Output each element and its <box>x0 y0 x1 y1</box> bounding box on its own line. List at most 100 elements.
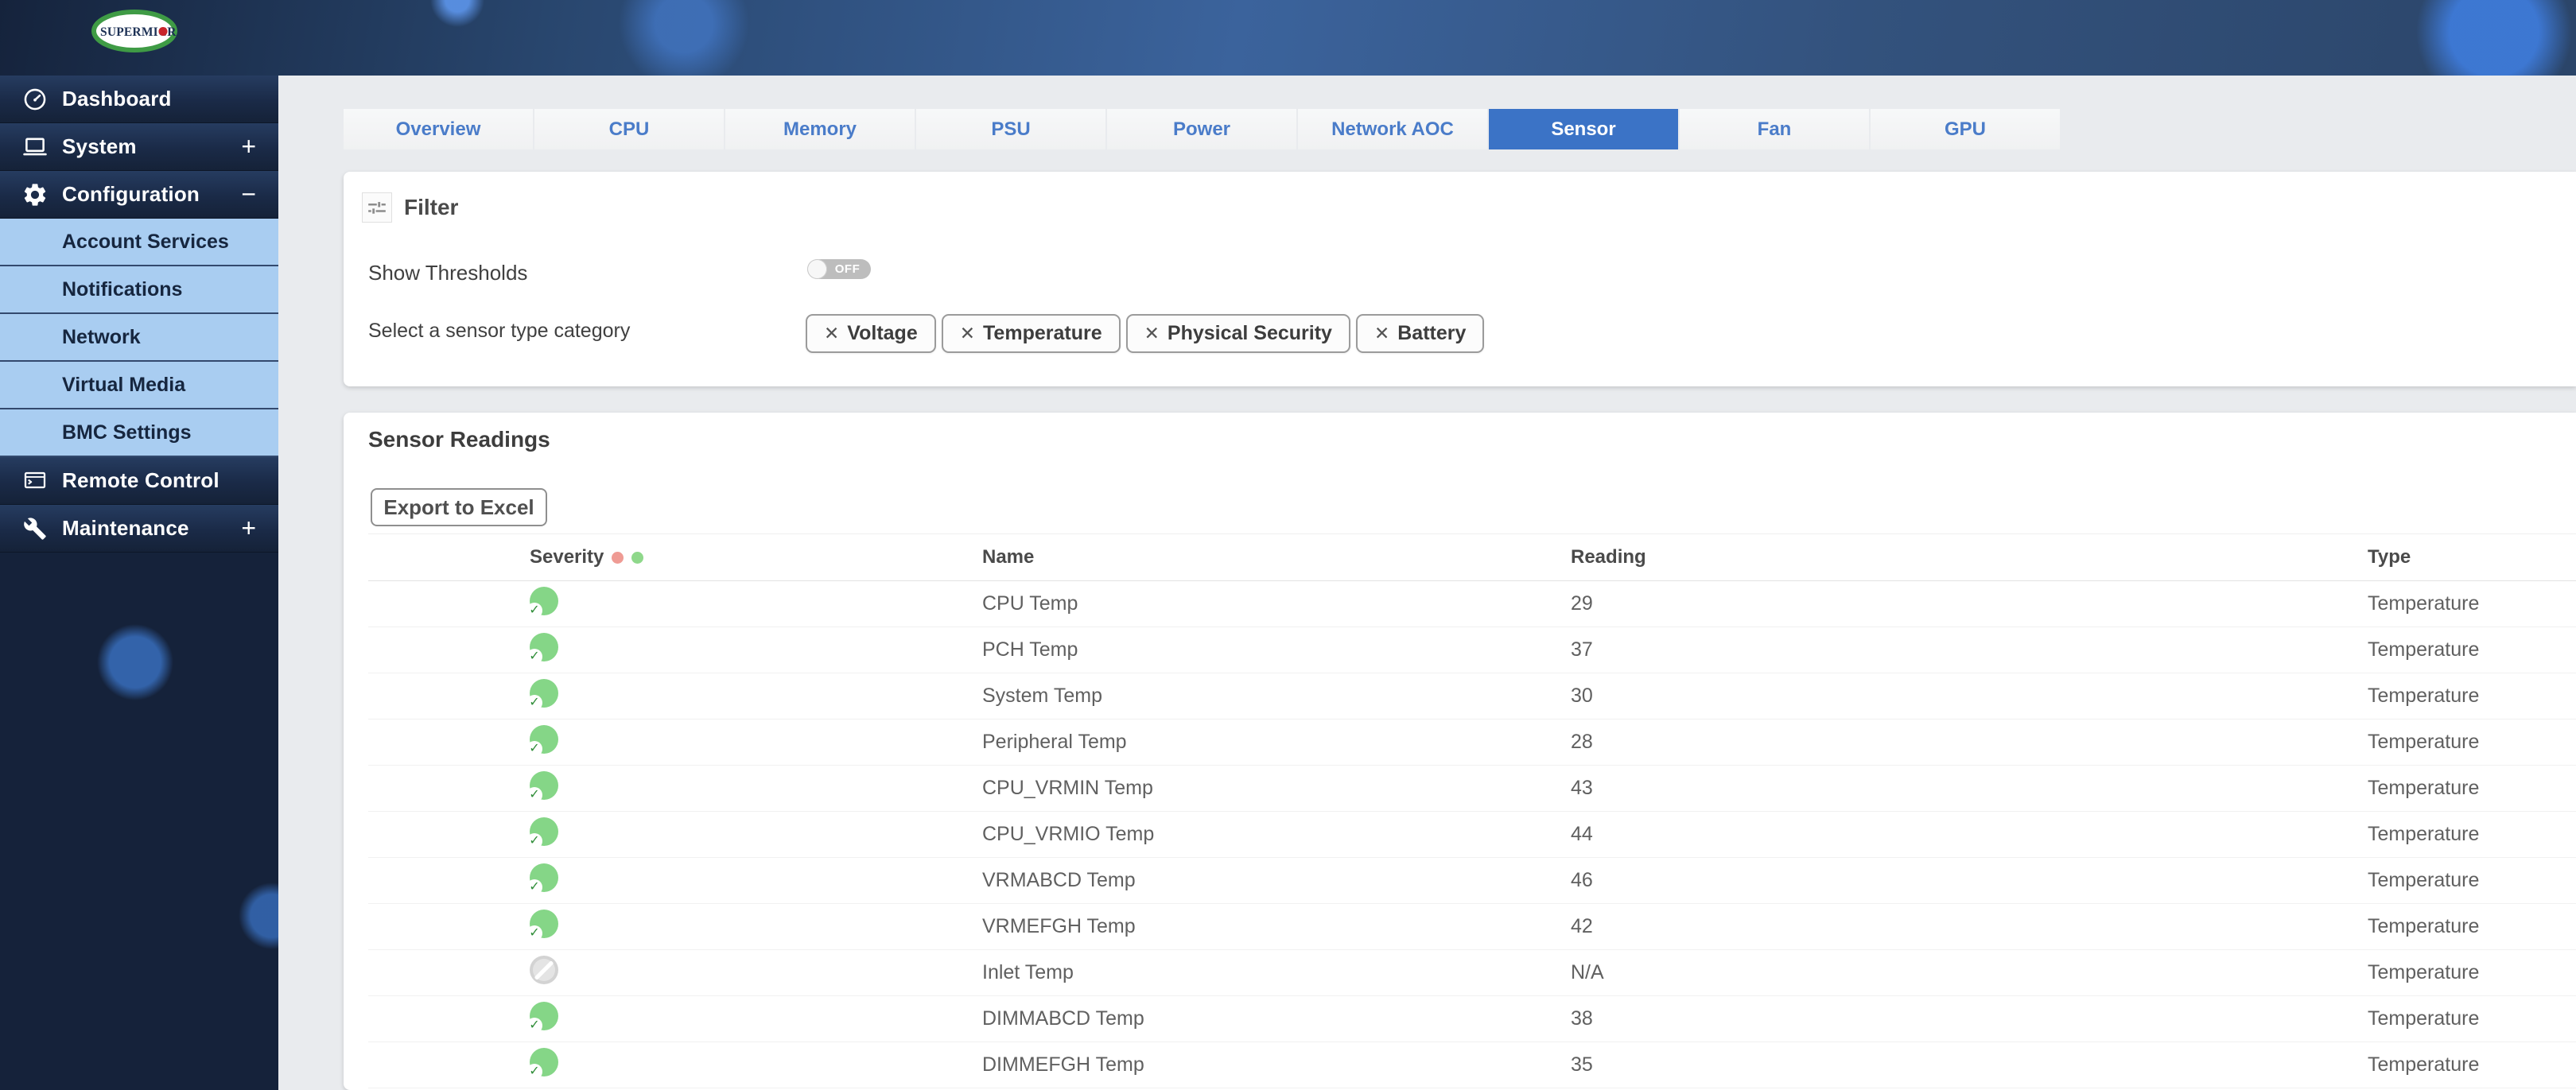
severity-critical-dot-icon <box>612 551 624 564</box>
sidebar-item-maintenance[interactable]: Maintenance + <box>0 505 278 553</box>
sensor-table-row[interactable]: Inlet Temp N/A Temperature <box>368 950 2576 996</box>
sensor-readings-title: Sensor Readings <box>368 427 550 452</box>
export-to-excel-button[interactable]: Export to Excel <box>371 488 547 526</box>
tab-label: Overview <box>395 118 481 140</box>
sensor-reading: 28 <box>1571 731 1593 753</box>
tab[interactable]: Network AOC <box>1298 109 1487 149</box>
category-chip[interactable]: ✕ Voltage <box>806 314 936 353</box>
sensor-type: Temperature <box>2368 1053 2480 1076</box>
sidebar-item-remote-control[interactable]: Remote Control <box>0 457 278 505</box>
sensor-table-row[interactable]: VRMABCD Temp 46 Temperature <box>368 858 2576 904</box>
sidebar-item-bmc-settings[interactable]: BMC Settings <box>0 409 278 457</box>
tab[interactable]: PSU <box>916 109 1105 149</box>
tab[interactable]: Power <box>1107 109 1296 149</box>
sensor-readings-panel: Sensor Readings Export to Excel Severity… <box>344 413 2576 1090</box>
tab-label: CPU <box>608 118 650 140</box>
remove-chip-icon[interactable]: ✕ <box>824 323 839 344</box>
sidebar-item-notifications[interactable]: Notifications <box>0 266 278 314</box>
sensor-name: DIMMEFGH Temp <box>982 1053 1144 1076</box>
sensor-name: Inlet Temp <box>982 961 1074 983</box>
sensor-name: Peripheral Temp <box>982 731 1127 753</box>
sensor-type: Temperature <box>2368 1007 2480 1030</box>
category-chip[interactable]: ✕ Physical Security <box>1125 314 1350 353</box>
remove-chip-icon[interactable]: ✕ <box>1374 323 1389 344</box>
expand-plus-icon[interactable]: + <box>241 514 256 543</box>
sensor-reading: 37 <box>1571 638 1593 661</box>
category-chip[interactable]: ✕ Battery <box>1355 314 1485 353</box>
top-header: SUPERMICR <box>0 0 2576 76</box>
subnav-label: Account Services <box>62 230 229 253</box>
filter-panel: Filter Show Thresholds OFF Select a sens… <box>344 172 2576 386</box>
column-header-reading[interactable]: Reading <box>1571 546 2368 568</box>
sensor-type: Temperature <box>2368 823 2480 845</box>
column-header-name[interactable]: Name <box>982 546 1571 568</box>
severity-status-icon <box>530 956 558 984</box>
sidebar-item-label: System <box>62 134 137 158</box>
remove-chip-icon[interactable]: ✕ <box>960 323 975 344</box>
sensor-name: VRMABCD Temp <box>982 869 1136 891</box>
sensor-table-row[interactable]: VRMEFGH Temp 42 Temperature <box>368 904 2576 950</box>
subnav-label: Network <box>62 325 141 348</box>
sensor-table-row[interactable]: CPU Temp 29 Temperature <box>368 581 2576 627</box>
chip-label: Battery <box>1397 322 1467 344</box>
sensor-type: Temperature <box>2368 777 2480 799</box>
sidebar-item-label: Dashboard <box>62 87 172 111</box>
column-header-type[interactable]: Type <box>2368 546 2576 568</box>
gauge-icon <box>19 86 51 113</box>
tab-label: Fan <box>1757 118 1792 140</box>
severity-status-icon <box>526 1048 558 1080</box>
sidebar-item-system[interactable]: System + <box>0 123 278 171</box>
sensor-name: DIMMABCD Temp <box>982 1007 1144 1030</box>
tab-label: Power <box>1172 118 1231 140</box>
sensor-table-row[interactable]: CPU_VRMIO Temp 44 Temperature <box>368 812 2576 858</box>
logo-red-dot-icon <box>158 27 168 36</box>
sensor-table-row[interactable]: DIMMABCD Temp 38 Temperature <box>368 996 2576 1042</box>
sensor-table-row[interactable]: PCH Temp 37 Temperature <box>368 627 2576 673</box>
show-thresholds-label: Show Thresholds <box>368 261 528 285</box>
sensor-reading: 43 <box>1571 777 1593 799</box>
sensor-category-chips: ✕ Voltage ✕ Temperature ✕ Physical Secur… <box>806 314 1485 353</box>
toggle-state-label: OFF <box>834 262 861 276</box>
sensor-category-label: Select a sensor type category <box>368 320 631 342</box>
sensor-table-row[interactable]: DIMMEFGH Temp 35 Temperature <box>368 1042 2576 1088</box>
show-thresholds-toggle[interactable]: OFF <box>807 259 871 279</box>
collapse-minus-icon[interactable]: − <box>241 180 256 209</box>
sensor-type: Temperature <box>2368 685 2480 707</box>
tab[interactable]: Memory <box>725 109 915 149</box>
severity-status-icon <box>526 587 558 619</box>
severity-status-icon <box>526 633 558 665</box>
sensor-reading: N/A <box>1571 961 1604 983</box>
sensor-name: CPU Temp <box>982 592 1078 615</box>
tab-label: Network AOC <box>1331 118 1454 140</box>
remove-chip-icon[interactable]: ✕ <box>1144 323 1160 344</box>
sidebar-item-label: Maintenance <box>62 516 189 540</box>
category-chip[interactable]: ✕ Temperature <box>941 314 1121 353</box>
supermicro-logo: SUPERMICR <box>91 9 178 57</box>
sensor-type: Temperature <box>2368 731 2480 753</box>
sensor-name: System Temp <box>982 685 1102 707</box>
column-header-severity[interactable]: Severity <box>530 546 604 568</box>
sidebar-item-dashboard[interactable]: Dashboard <box>0 76 278 123</box>
tab[interactable]: CPU <box>534 109 724 149</box>
subnav-label: BMC Settings <box>62 421 192 444</box>
tab-label: Memory <box>783 118 857 140</box>
sensor-table-row[interactable]: Peripheral Temp 28 Temperature <box>368 720 2576 766</box>
severity-status-icon <box>526 725 558 757</box>
tab[interactable]: Sensor <box>1489 109 1678 149</box>
laptop-icon <box>19 134 51 161</box>
tab[interactable]: Fan <box>1680 109 1869 149</box>
tab-bar: Overview CPU Memory PSU Power Network AO… <box>344 109 2060 149</box>
sidebar-item-account-services[interactable]: Account Services <box>0 219 278 266</box>
sensor-table-row[interactable]: System Temp 30 Temperature <box>368 673 2576 720</box>
expand-plus-icon[interactable]: + <box>241 132 256 161</box>
sidebar-item-configuration[interactable]: Configuration − <box>0 171 278 219</box>
tab[interactable]: GPU <box>1871 109 2060 149</box>
chip-label: Temperature <box>983 322 1102 344</box>
severity-status-icon <box>526 679 558 711</box>
sidebar-item-network[interactable]: Network <box>0 314 278 362</box>
sensor-type: Temperature <box>2368 915 2480 937</box>
tab-label: PSU <box>991 118 1031 140</box>
sidebar-item-virtual-media[interactable]: Virtual Media <box>0 362 278 409</box>
sensor-table-row[interactable]: CPU_VRMIN Temp 43 Temperature <box>368 766 2576 812</box>
tab[interactable]: Overview <box>344 109 533 149</box>
